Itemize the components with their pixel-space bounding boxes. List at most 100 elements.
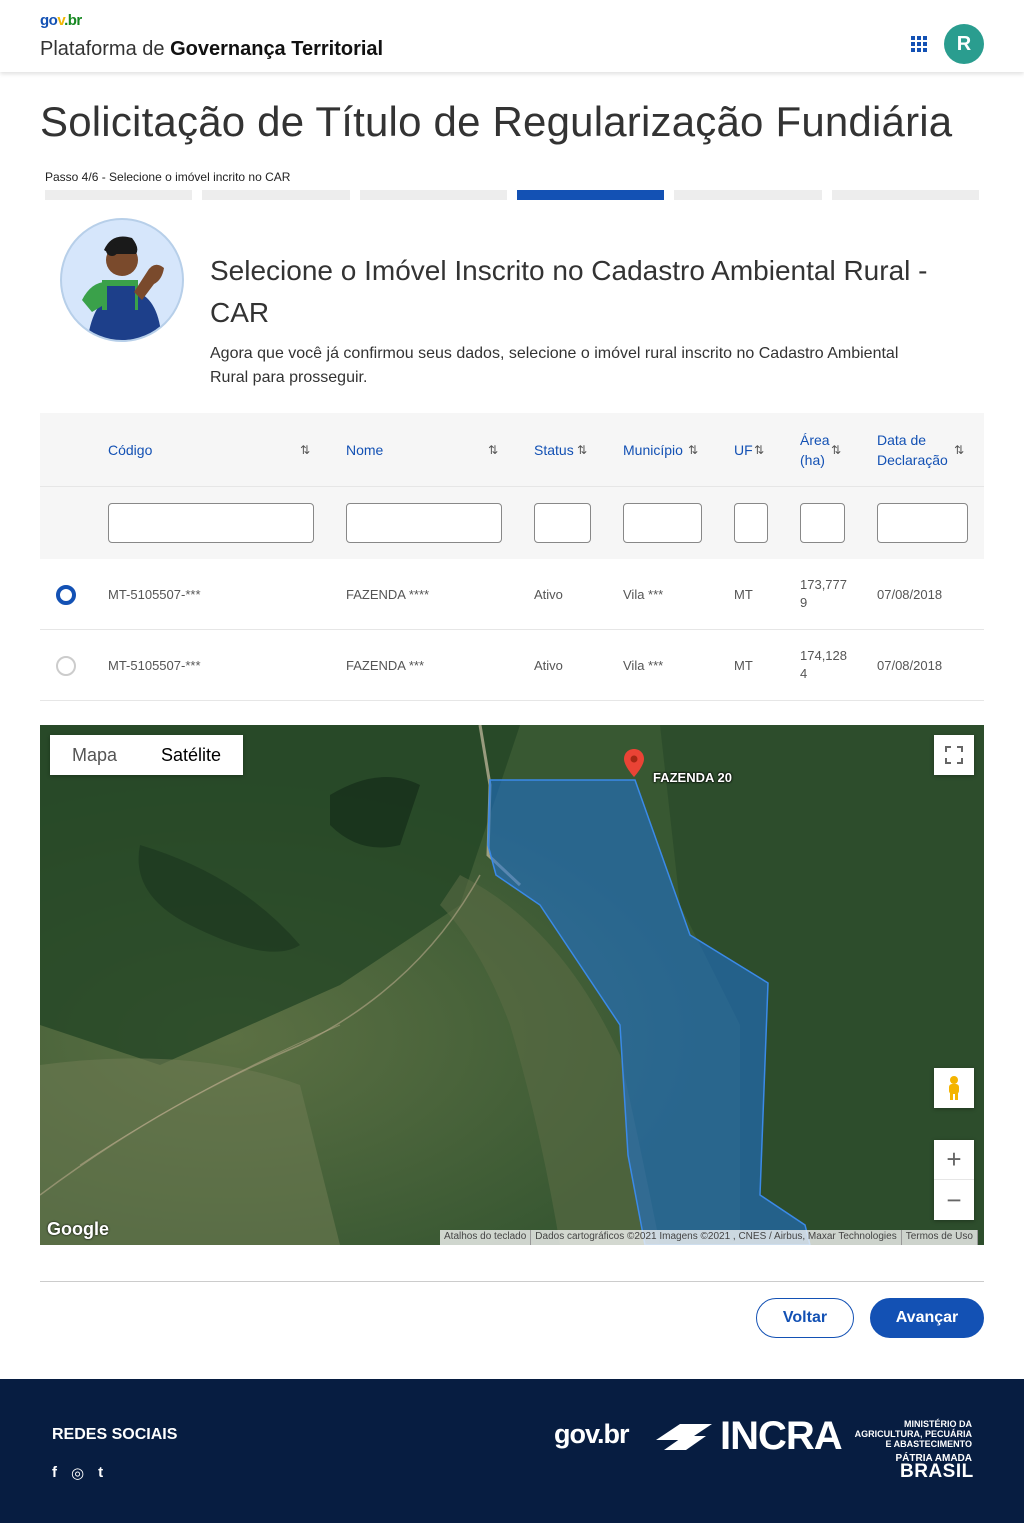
- social-title: REDES SOCIAIS: [52, 1426, 178, 1443]
- incra-logo: INCRA: [654, 1414, 843, 1459]
- filter-area-input[interactable]: [800, 503, 845, 543]
- cell-status: Ativo: [534, 657, 563, 673]
- column-header-status[interactable]: Status ⇅: [534, 413, 591, 486]
- column-label: Status: [534, 441, 574, 458]
- twitter-icon[interactable]: t: [98, 1464, 103, 1482]
- column-header-municipio[interactable]: Município ⇅: [623, 413, 702, 486]
- fullscreen-icon[interactable]: [934, 735, 974, 775]
- cell-area: 174,1284: [800, 648, 847, 681]
- column-label: Área (ha): [800, 431, 830, 468]
- column-header-area[interactable]: Área (ha) ⇅: [800, 413, 845, 486]
- sort-icon[interactable]: ⇅: [831, 443, 841, 457]
- section-description: Agora que você já confirmou seus dados, …: [210, 345, 899, 386]
- column-header-nome[interactable]: Nome ⇅: [346, 413, 502, 486]
- street-view-pegman-icon[interactable]: [934, 1068, 974, 1108]
- table-row[interactable]: MT-5105507-*** FAZENDA **** Ativo Vila *…: [40, 559, 984, 630]
- filter-uf-input[interactable]: [734, 503, 768, 543]
- satellite-map[interactable]: FAZENDA 20 Mapa Satélite + − Google Atal…: [40, 725, 984, 1245]
- cell-data: 07/08/2018: [877, 657, 943, 673]
- sort-icon[interactable]: ⇅: [577, 443, 587, 457]
- ministry-label: MINISTÉRIO DA AGRICULTURA, PECUÁRIA E AB…: [854, 1419, 972, 1449]
- column-label: Município: [623, 441, 683, 458]
- incra-logo-mark-icon: [656, 1423, 712, 1450]
- cell-status: Ativo: [534, 586, 563, 602]
- table-header: Código ⇅ Nome ⇅ Status ⇅ Município ⇅ UF ⇅ Áre…: [40, 413, 984, 486]
- top-header: gov.br Plataforma de Governança Territor…: [0, 0, 1024, 72]
- cell-codigo: MT-5105507-***: [108, 586, 201, 602]
- zoom-control: + −: [934, 1140, 974, 1220]
- step-bar: [202, 190, 350, 200]
- cell-nome: FAZENDA ***: [346, 657, 425, 673]
- column-label: Data de Declaração: [877, 431, 948, 468]
- google-logo: Google: [47, 1219, 109, 1239]
- back-button[interactable]: Voltar: [756, 1298, 854, 1338]
- filter-nome-input[interactable]: [346, 503, 502, 543]
- step-bar-active: [516, 190, 665, 200]
- incra-logo-text: INCRA: [720, 1414, 843, 1458]
- map-data-attribution: Dados cartográficos ©2021 Imagens ©2021 …: [531, 1230, 902, 1245]
- sort-icon[interactable]: ⇅: [954, 443, 964, 457]
- cell-codigo: MT-5105507-***: [108, 657, 201, 673]
- brasil-label: BRASIL: [900, 1461, 974, 1482]
- column-label: UF: [734, 441, 753, 458]
- filter-data-input[interactable]: [877, 503, 968, 543]
- column-header-codigo[interactable]: Código ⇅: [108, 413, 314, 486]
- zoom-in-button[interactable]: +: [934, 1140, 974, 1180]
- divider: [40, 1281, 984, 1282]
- govbr-logo[interactable]: gov.br: [40, 12, 82, 29]
- zoom-out-button[interactable]: −: [934, 1180, 974, 1220]
- sort-icon[interactable]: ⇅: [488, 443, 498, 457]
- row-radio[interactable]: [56, 656, 76, 676]
- terms-of-use-link[interactable]: Termos de Uso: [901, 1230, 978, 1245]
- column-header-uf[interactable]: UF ⇅: [734, 413, 768, 486]
- cell-nome: FAZENDA ****: [346, 586, 430, 602]
- column-label: Código: [108, 441, 153, 458]
- step-bar: [831, 190, 979, 200]
- filter-municipio-input[interactable]: [623, 503, 702, 543]
- avatar[interactable]: R: [944, 24, 984, 64]
- cell-area: 173,7779: [800, 577, 847, 610]
- cell-uf: MT: [734, 657, 753, 673]
- cell-municipio: Vila ***: [623, 657, 664, 673]
- sort-icon[interactable]: ⇅: [754, 443, 764, 457]
- map-marker-icon[interactable]: [624, 749, 644, 777]
- map-attribution: Atalhos do teclado Dados cartográficos ©…: [440, 1230, 978, 1245]
- page-title: Solicitação de Título de Regularização F…: [40, 98, 953, 145]
- step-bar: [359, 190, 507, 200]
- keyboard-shortcuts-link[interactable]: Atalhos do teclado: [440, 1230, 532, 1245]
- column-header-data[interactable]: Data de Declaração ⇅: [877, 413, 968, 486]
- cell-uf: MT: [734, 586, 753, 602]
- column-label: Nome: [346, 441, 384, 458]
- table-filters: [40, 486, 984, 559]
- section-title: Selecione o Imóvel Inscrito no Cadastro …: [210, 255, 928, 328]
- farmer-illustration: [60, 218, 184, 342]
- sort-icon[interactable]: ⇅: [688, 443, 698, 457]
- filter-status-input[interactable]: [534, 503, 591, 543]
- car-property-table: Código ⇅ Nome ⇅ Status ⇅ Município ⇅ UF ⇅ Áre…: [40, 413, 984, 701]
- cell-municipio: Vila ***: [623, 586, 664, 602]
- platform-title: Plataforma de Governança Territorial: [40, 38, 383, 61]
- instagram-icon[interactable]: ◎: [71, 1464, 84, 1482]
- facebook-icon[interactable]: f: [52, 1464, 57, 1482]
- filter-codigo-input[interactable]: [108, 503, 314, 543]
- apps-grid-icon[interactable]: [911, 36, 929, 52]
- govbr-logo-part: go: [40, 12, 58, 29]
- next-button[interactable]: Avançar: [870, 1298, 984, 1338]
- social-links: f ◎ t: [52, 1464, 103, 1482]
- govbr-logo-part: .br: [64, 12, 82, 29]
- step-label: Passo 4/6 - Selecione o imóvel incrito n…: [45, 170, 291, 184]
- platform-prefix: Plataforma de: [40, 38, 171, 60]
- sort-icon[interactable]: ⇅: [300, 443, 310, 457]
- step-bar: [45, 190, 193, 200]
- govbr-footer-logo: gov.br: [554, 1419, 629, 1449]
- step-progress: [45, 190, 979, 200]
- platform-name: Governança Territorial: [170, 38, 384, 60]
- map-type-map-button[interactable]: Mapa: [50, 735, 139, 775]
- map-type-satellite-button[interactable]: Satélite: [139, 735, 243, 775]
- map-type-control: Mapa Satélite: [50, 735, 244, 775]
- site-footer: REDES SOCIAIS f ◎ t gov.br INCRA MINISTÉ…: [0, 1379, 1024, 1523]
- map-marker-label: FAZENDA 20: [653, 770, 732, 785]
- row-radio-selected[interactable]: [56, 585, 76, 605]
- table-row[interactable]: MT-5105507-*** FAZENDA *** Ativo Vila **…: [40, 630, 984, 701]
- cell-data: 07/08/2018: [877, 586, 943, 602]
